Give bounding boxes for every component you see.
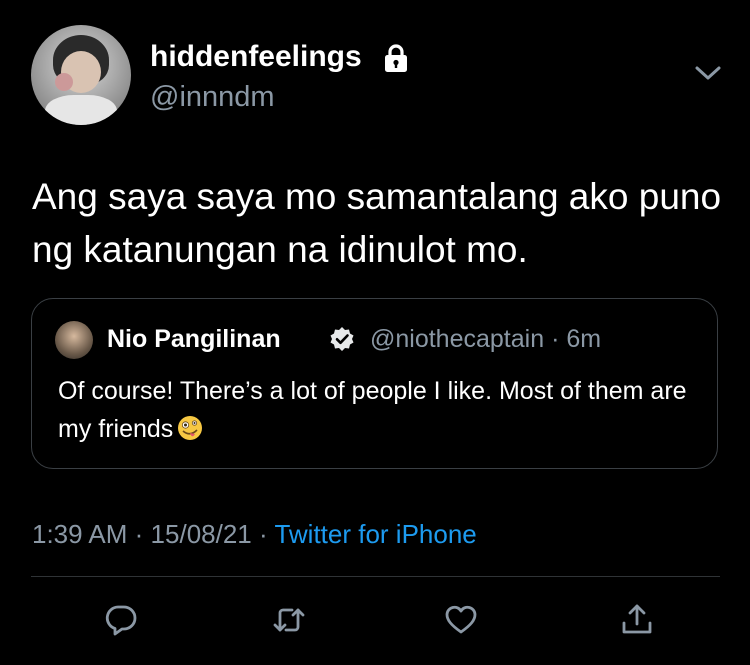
tweet-timestamp[interactable]: 1:39 AM: [32, 519, 127, 549]
tweet-client-link[interactable]: Twitter for iPhone: [274, 519, 476, 549]
reply-icon[interactable]: [104, 603, 138, 637]
zany-face-emoji-icon: [178, 416, 203, 440]
quoted-tweet-card[interactable]: Nio Pangilinan @niothecaptain · 6m Of co…: [31, 298, 718, 469]
quoted-handle-and-time: @niothecaptain · 6m: [370, 327, 601, 352]
user-handle[interactable]: @innndm: [150, 83, 275, 112]
heart-icon[interactable]: [444, 603, 478, 637]
quoted-text-block: Of course! There’s a lot of people I lik…: [58, 372, 698, 448]
divider: [31, 576, 720, 577]
retweet-icon[interactable]: [272, 603, 306, 637]
verified-badge-icon: [330, 327, 354, 351]
lock-icon: [385, 44, 407, 72]
quoted-display-name: Nio Pangilinan: [107, 325, 281, 353]
display-name[interactable]: hiddenfeelings: [150, 42, 362, 72]
tweet-date[interactable]: 15/08/21: [151, 519, 252, 549]
avatar[interactable]: [31, 25, 131, 125]
quoted-avatar[interactable]: [55, 321, 93, 359]
meta-separator: ·: [134, 519, 144, 549]
tweet-meta: 1:39 AM · 15/08/21 · Twitter for iPhone: [32, 521, 477, 547]
quoted-text: Of course! There’s a lot of people I lik…: [58, 377, 687, 443]
quoted-separator: ·: [551, 325, 560, 353]
chevron-down-icon[interactable]: [694, 64, 722, 84]
quoted-age: 6m: [566, 325, 602, 353]
meta-separator: ·: [259, 519, 268, 549]
share-icon[interactable]: [620, 603, 654, 637]
quoted-handle: @niothecaptain: [370, 325, 545, 353]
tweet-text: Ang saya saya mo samantalang ako puno ng…: [32, 176, 722, 270]
